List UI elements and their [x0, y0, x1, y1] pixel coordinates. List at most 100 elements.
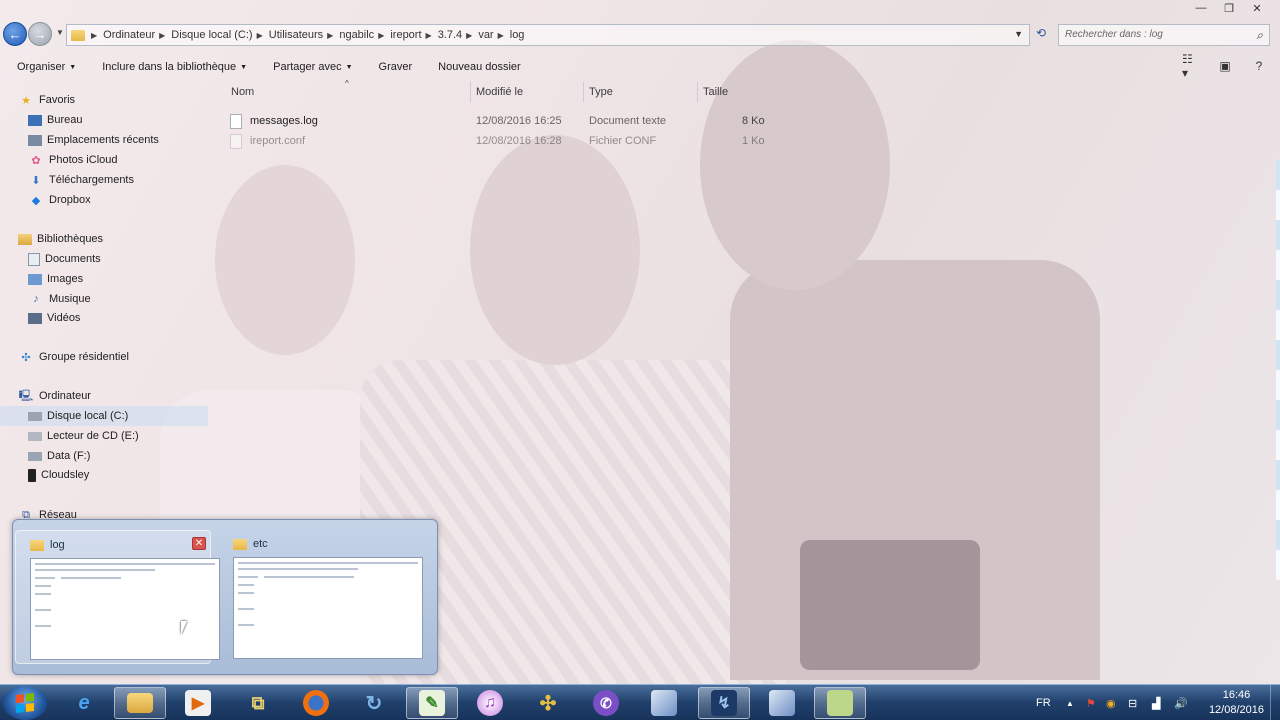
action-center-icon[interactable]: ⚑: [1086, 685, 1096, 720]
clock[interactable]: 16:46 12/08/2016: [1209, 688, 1264, 718]
network-tool-icon: ⧉: [251, 692, 265, 713]
network-tool-taskbar-button[interactable]: ⧉: [232, 687, 284, 719]
chevron-right-icon[interactable]: ▶: [257, 31, 263, 40]
thumbnail-log[interactable]: log ✕: [15, 530, 220, 664]
viber-taskbar-button[interactable]: ✆: [580, 687, 632, 719]
breadcrumb-users[interactable]: Utilisateurs: [269, 29, 323, 41]
nav-item-icloud-photos[interactable]: ✿ Photos iCloud: [28, 150, 117, 170]
preview-line: [238, 624, 254, 626]
view-options-icon[interactable]: ☷ ▾: [1182, 52, 1200, 80]
back-button[interactable]: ←: [3, 22, 27, 46]
nav-item-music[interactable]: ♪ Musique: [28, 289, 90, 309]
sync-taskbar-button[interactable]: ↻: [348, 687, 400, 719]
burn-button[interactable]: Graver: [379, 61, 413, 73]
include-library-menu[interactable]: Inclure dans la bibliothèque ▼: [102, 61, 247, 73]
breadcrumb-computer[interactable]: Ordinateur: [103, 29, 155, 41]
file-name: ireport.conf: [250, 135, 306, 147]
ireport-taskbar-button[interactable]: ↯: [698, 687, 750, 719]
show-hidden-icons-icon[interactable]: ▲: [1066, 685, 1074, 720]
nav-item-data-f[interactable]: Data (F:): [28, 446, 90, 466]
nav-item-cloudsley[interactable]: Cloudsley: [28, 465, 89, 485]
firefox-taskbar-button[interactable]: [290, 687, 342, 719]
breadcrumb-log[interactable]: log: [510, 29, 525, 41]
nav-item-images[interactable]: Images: [28, 269, 83, 289]
nav-favorites[interactable]: ★ Favoris: [18, 90, 75, 110]
address-bar[interactable]: ▶ Ordinateur ▶ Disque local (C:) ▶ Utili…: [66, 24, 1030, 46]
videos-icon: [28, 312, 42, 324]
nav-item-desktop[interactable]: Bureau: [28, 110, 82, 130]
removable-device-icon[interactable]: ⊟: [1128, 685, 1137, 720]
nav-item-recent[interactable]: Emplacements récents: [28, 130, 159, 150]
organize-menu[interactable]: Organiser ▼: [17, 61, 76, 73]
media-player-taskbar-button[interactable]: ▶: [172, 687, 224, 719]
breadcrumb-var[interactable]: var: [478, 29, 493, 41]
breadcrumb-version[interactable]: 3.7.4: [438, 29, 462, 41]
nav-item-videos[interactable]: Vidéos: [28, 308, 80, 328]
wifi-signal-icon[interactable]: ▟: [1152, 685, 1160, 720]
chevron-right-icon[interactable]: ▶: [378, 31, 384, 40]
nav-item-cd-drive[interactable]: Lecteur de CD (E:): [28, 426, 139, 446]
chevron-right-icon[interactable]: ▶: [498, 31, 504, 40]
share-menu[interactable]: Partager avec ▼: [273, 61, 352, 73]
nav-libraries[interactable]: Bibliothèques: [18, 229, 103, 249]
file-row[interactable]: ireport.conf 12/08/2016 16:28 Fichier CO…: [230, 131, 790, 151]
language-indicator[interactable]: FR: [1036, 685, 1051, 720]
itunes-taskbar-button[interactable]: ♫: [464, 687, 516, 719]
virtualbox-taskbar-button[interactable]: [638, 687, 690, 719]
chevron-right-icon[interactable]: ▶: [327, 31, 333, 40]
search-placeholder: Rechercher dans : log: [1065, 29, 1163, 40]
breadcrumb-ireport[interactable]: ireport: [390, 29, 421, 41]
preview-line: [238, 568, 358, 570]
column-header-name[interactable]: Nom: [231, 86, 254, 98]
breadcrumb-user[interactable]: ngabilc: [339, 29, 374, 41]
column-separator[interactable]: [470, 82, 471, 102]
preview-pane-icon[interactable]: ▣: [1216, 58, 1234, 74]
chevron-right-icon[interactable]: ▶: [159, 31, 165, 40]
nav-item-documents[interactable]: Documents: [28, 249, 101, 269]
nav-homegroup-label: Groupe résidentiel: [39, 351, 129, 363]
volume-icon[interactable]: 🔊: [1174, 685, 1188, 720]
column-separator[interactable]: [697, 82, 698, 102]
burn-label: Graver: [378, 61, 413, 73]
editor-taskbar-button[interactable]: ✎: [406, 687, 458, 719]
nav-homegroup[interactable]: ✣ Groupe résidentiel: [18, 347, 129, 367]
close-thumbnail-button[interactable]: ✕: [192, 537, 206, 550]
thumbnail-etc[interactable]: etc: [219, 530, 423, 664]
breadcrumb-disk-c[interactable]: Disque local (C:): [171, 29, 252, 41]
chevron-right-icon[interactable]: ▶: [426, 31, 432, 40]
puzzle-app-taskbar-button[interactable]: ✣: [522, 687, 574, 719]
documents-icon: [28, 252, 40, 266]
nav-item-label: Vidéos: [47, 312, 81, 324]
search-icon: ⌕: [1256, 28, 1263, 42]
nav-item-dropbox[interactable]: ◆ Dropbox: [28, 190, 91, 210]
search-input[interactable]: Rechercher dans : log ⌕: [1058, 24, 1270, 46]
chevron-down-icon[interactable]: ▼: [1014, 29, 1023, 39]
close-button[interactable]: ✕: [1244, 0, 1270, 16]
window-controls: — ❐ ✕: [1188, 0, 1270, 16]
start-button[interactable]: [3, 686, 47, 720]
recent-pages-dropdown[interactable]: ▼: [56, 28, 64, 37]
phone-icon: [28, 468, 36, 482]
column-header-size[interactable]: Taille: [703, 86, 728, 98]
refresh-icon[interactable]: ⟲: [1031, 26, 1051, 44]
column-header-type[interactable]: Type: [589, 86, 613, 98]
virtualbox-2-taskbar-button[interactable]: [756, 687, 808, 719]
maximize-button[interactable]: ❐: [1216, 0, 1242, 16]
file-row[interactable]: messages.log 12/08/2016 16:25 Document t…: [230, 111, 790, 131]
help-icon[interactable]: ?: [1250, 58, 1268, 74]
internet-explorer-taskbar-button[interactable]: e: [58, 687, 110, 719]
document-app-taskbar-button[interactable]: [814, 687, 866, 719]
column-header-modified[interactable]: Modifié le: [476, 86, 523, 98]
nav-item-disk-c[interactable]: Disque local (C:): [0, 406, 208, 426]
forward-button[interactable]: →: [28, 22, 52, 46]
chevron-right-icon[interactable]: ▶: [466, 31, 472, 40]
new-folder-button[interactable]: Nouveau dossier: [438, 61, 521, 73]
explorer-taskbar-button[interactable]: [114, 687, 166, 719]
chevron-down-icon: ▼: [345, 63, 353, 71]
column-separator[interactable]: [583, 82, 584, 102]
minimize-button[interactable]: —: [1188, 0, 1214, 16]
update-icon[interactable]: ◉: [1106, 685, 1116, 720]
show-desktop-button[interactable]: [1270, 685, 1280, 720]
nav-item-downloads[interactable]: ⬇ Téléchargements: [28, 170, 134, 190]
nav-computer[interactable]: 🖳 Ordinateur: [18, 386, 91, 406]
